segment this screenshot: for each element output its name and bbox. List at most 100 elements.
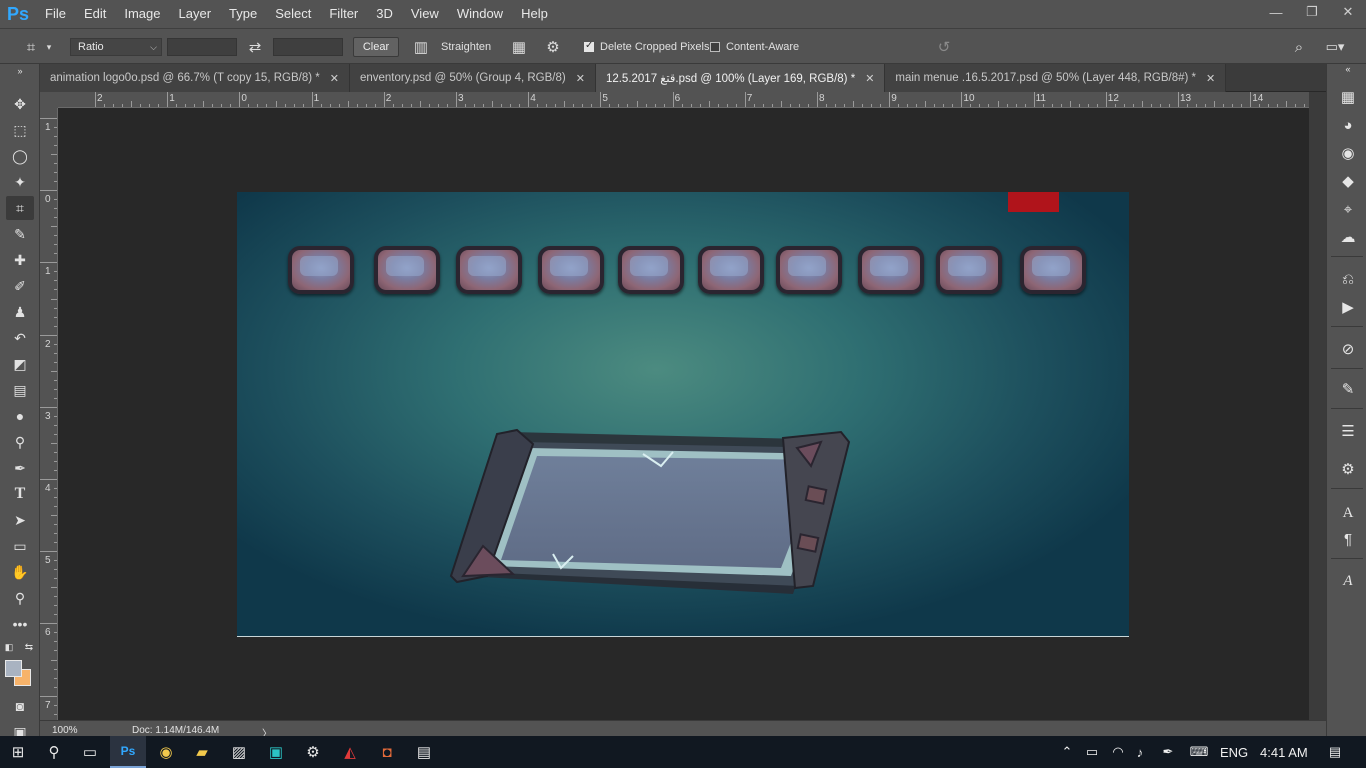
- battery-icon[interactable]: ▭: [1082, 736, 1102, 768]
- move-icon[interactable]: ✥: [6, 92, 34, 116]
- video-editor-icon[interactable]: ▤: [406, 736, 442, 768]
- gear-icon[interactable]: ⚙: [542, 29, 564, 65]
- photoshop-taskbar-icon[interactable]: Ps: [110, 736, 146, 768]
- swap-icon[interactable]: ⇄: [244, 29, 266, 65]
- character-icon[interactable]: A: [1337, 502, 1359, 524]
- properties-icon[interactable]: ⚙: [1337, 458, 1359, 480]
- tab-animation-logo[interactable]: animation logo0o.psd @ 66.7% (T copy 15,…: [40, 64, 350, 92]
- collapse-panel-icon[interactable]: «: [1337, 64, 1359, 74]
- straighten-label[interactable]: Straighten: [441, 29, 491, 65]
- pen-icon[interactable]: ✒: [6, 456, 34, 480]
- file-explorer-icon[interactable]: ▰: [184, 736, 220, 768]
- menu-image[interactable]: Image: [115, 0, 169, 28]
- menu-type[interactable]: Type: [220, 0, 266, 28]
- menu-edit[interactable]: Edit: [75, 0, 115, 28]
- rectangle-shape-icon[interactable]: ▭: [6, 534, 34, 558]
- type-icon[interactable]: T: [6, 482, 34, 506]
- default-colors-icon[interactable]: ◧: [2, 640, 16, 654]
- chrome-icon[interactable]: ◉: [148, 736, 184, 768]
- menu-window[interactable]: Window: [448, 0, 512, 28]
- hand-icon[interactable]: ✋: [6, 560, 34, 584]
- wifi-icon[interactable]: ◠: [1108, 736, 1128, 768]
- crop-icon[interactable]: ⌗: [6, 196, 34, 220]
- windows-start-icon[interactable]: ⊞: [0, 736, 36, 768]
- menu-filter[interactable]: Filter: [320, 0, 367, 28]
- swap-colors-icon[interactable]: ⇆: [22, 640, 36, 654]
- straighten-icon[interactable]: ▥: [410, 29, 432, 65]
- brushes-icon[interactable]: ✎: [1337, 378, 1359, 400]
- tab-active-document[interactable]: 12.5.2017 قتغ.psd @ 100% (Layer 169, RGB…: [595, 64, 886, 92]
- brush-icon[interactable]: ✐: [6, 274, 34, 298]
- tab-enventory[interactable]: enventory.psd @ 50% (Group 4, RGB/8) ✕: [349, 64, 596, 92]
- crop-tool-preset-icon[interactable]: ⌗: [18, 29, 44, 65]
- acrobat-icon[interactable]: ◭: [332, 736, 368, 768]
- clone-source-icon[interactable]: ⊘: [1337, 338, 1359, 360]
- marquee-icon[interactable]: ⬚: [6, 118, 34, 142]
- adjustments-icon[interactable]: ☰: [1337, 420, 1359, 442]
- swatches-icon[interactable]: ◉: [1337, 142, 1359, 164]
- lasso-icon[interactable]: ◯: [6, 144, 34, 168]
- checkbox-checked-icon[interactable]: [584, 40, 594, 52]
- ratio-height-input[interactable]: [273, 38, 343, 56]
- navigator-icon[interactable]: ▦: [1337, 86, 1359, 108]
- workspace-icon[interactable]: ▭▾: [1320, 29, 1350, 65]
- magic-wand-icon[interactable]: ✦: [6, 170, 34, 194]
- media-app-icon[interactable]: ▣: [258, 736, 294, 768]
- menu-3d[interactable]: 3D: [367, 0, 402, 28]
- photos-icon[interactable]: ▨: [221, 736, 257, 768]
- paragraph-icon[interactable]: ¶: [1337, 528, 1359, 550]
- delete-cropped-checkbox[interactable]: Delete Cropped Pixels: [584, 29, 709, 65]
- minimize-button[interactable]: —: [1258, 0, 1294, 24]
- keyboard-icon[interactable]: ⌨: [1186, 736, 1212, 768]
- foreground-color-swatch-front[interactable]: [5, 660, 22, 677]
- cc-libraries-icon[interactable]: ☁: [1337, 226, 1359, 248]
- layers-icon[interactable]: ◆: [1337, 170, 1359, 192]
- checkbox-unchecked-icon[interactable]: [710, 42, 720, 52]
- path-selection-icon[interactable]: ➤: [6, 508, 34, 532]
- zoom-icon[interactable]: ⚲: [6, 586, 34, 610]
- menu-file[interactable]: File: [36, 0, 75, 28]
- zoom-level[interactable]: 100%: [52, 725, 78, 736]
- close-icon[interactable]: ✕: [1206, 72, 1215, 85]
- close-button[interactable]: ✕: [1330, 0, 1366, 24]
- powerpoint-icon[interactable]: ◘: [369, 736, 405, 768]
- quick-mask-icon[interactable]: ◙: [6, 694, 34, 718]
- language-indicator[interactable]: ENG: [1220, 736, 1248, 768]
- collapse-panel-icon[interactable]: »: [6, 66, 34, 76]
- vertical-scrollbar[interactable]: [1309, 92, 1326, 720]
- close-icon[interactable]: ✕: [865, 72, 874, 85]
- search-icon[interactable]: ⚲: [36, 736, 72, 768]
- history-brush-icon[interactable]: ↶: [6, 326, 34, 350]
- canvas-workspace[interactable]: [58, 108, 1309, 720]
- close-icon[interactable]: ✕: [576, 72, 585, 85]
- history-icon[interactable]: ⎌: [1337, 268, 1359, 290]
- dodge-icon[interactable]: ⚲: [6, 430, 34, 454]
- ratio-select[interactable]: Ratio ⌵: [70, 38, 162, 56]
- overlay-grid-icon[interactable]: ▦: [508, 29, 530, 65]
- menu-view[interactable]: View: [402, 0, 448, 28]
- actions-icon[interactable]: ▶: [1337, 296, 1359, 318]
- blur-icon[interactable]: ●: [6, 404, 34, 428]
- content-aware-checkbox[interactable]: Content-Aware: [710, 29, 799, 65]
- action-center-icon[interactable]: ▤: [1322, 736, 1348, 768]
- volume-icon[interactable]: ♪: [1130, 736, 1150, 768]
- more-tools-icon[interactable]: •••: [6, 612, 34, 636]
- paths-icon[interactable]: ⌖: [1337, 198, 1359, 220]
- color-icon[interactable]: ◕: [1337, 114, 1359, 136]
- menu-help[interactable]: Help: [512, 0, 557, 28]
- document-canvas[interactable]: [237, 192, 1129, 637]
- glyphs-icon[interactable]: A: [1337, 570, 1359, 592]
- pen-ink-icon[interactable]: ✒: [1158, 736, 1178, 768]
- clock[interactable]: 4:41 AM: [1260, 736, 1308, 768]
- clone-stamp-icon[interactable]: ♟: [6, 300, 34, 324]
- show-hidden-icons-chevron-icon[interactable]: ⌃: [1058, 736, 1076, 768]
- eraser-icon[interactable]: ◩: [6, 352, 34, 376]
- reset-icon[interactable]: ↺: [932, 29, 956, 65]
- tab-main-menue[interactable]: main menue .16.5.2017.psd @ 50% (Layer 4…: [885, 64, 1227, 92]
- close-icon[interactable]: ✕: [330, 72, 339, 85]
- ratio-width-input[interactable]: [167, 38, 237, 56]
- menu-layer[interactable]: Layer: [170, 0, 221, 28]
- menu-select[interactable]: Select: [266, 0, 320, 28]
- healing-brush-icon[interactable]: ✚: [6, 248, 34, 272]
- task-view-icon[interactable]: ▭: [72, 736, 108, 768]
